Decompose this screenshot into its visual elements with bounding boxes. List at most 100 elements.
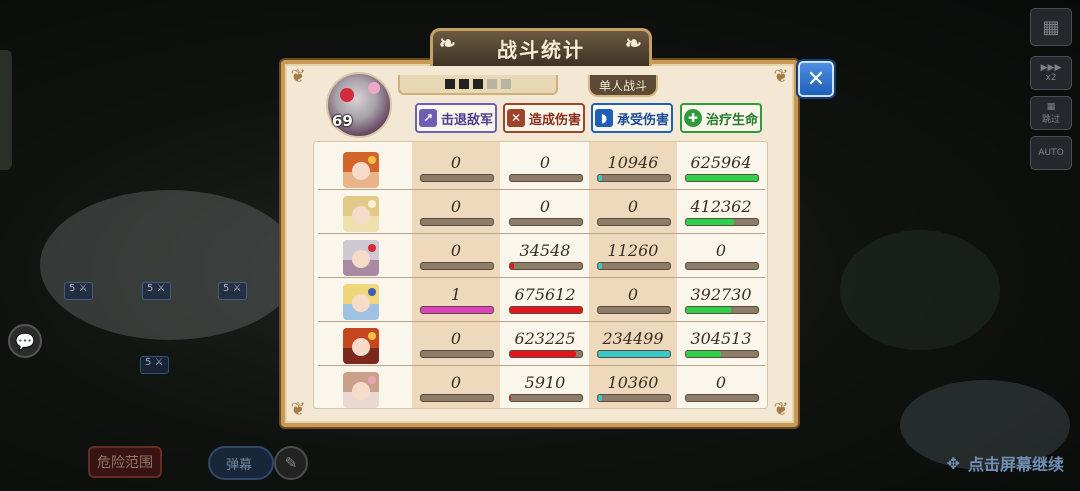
unit-avatar[interactable] [343,328,379,364]
unit-avatar[interactable] [343,196,379,232]
stat-bar [597,350,671,358]
stat-cell-taken: 0 [589,190,677,234]
stat-value: 625964 [690,153,752,172]
avatar-face [352,382,370,400]
stat-value: 623225 [514,329,576,348]
left-side-panel [0,50,12,170]
tab-damage-taken[interactable]: ◗ 承受伤害 [591,103,673,133]
avatar-accessory [368,332,376,340]
chat-button[interactable]: 💬 [8,324,42,358]
stat-cell-heal: 412362 [677,190,765,234]
unit-avatar[interactable] [343,240,379,276]
danger-range-button[interactable]: 危险范围 [88,446,162,478]
stat-cell-heal: 0 [677,366,765,408]
stat-cell-dealt: 34548 [501,234,589,278]
crossed-swords-icon: ✕ [506,109,525,127]
auto-button[interactable]: AUTO [1030,136,1072,170]
stat-bar [597,174,671,182]
stat-cell-taken: 10946 [589,146,677,190]
stat-bar [685,350,759,358]
dialog-title: 战斗统计 [497,38,585,62]
stat-bar [420,262,494,270]
skip-button[interactable]: ▦ 跳过 [1030,96,1072,130]
stat-value: 0 [450,329,462,348]
tab-damage-dealt[interactable]: ✕ 造成伤害 [503,103,585,133]
stat-value: 0 [627,197,639,216]
stat-cell-taken: 234499 [589,322,677,366]
avatar-face [352,294,370,312]
stat-value: 1 [450,285,462,304]
avatar-accessory [368,156,376,164]
avatar-face [352,162,370,180]
unit-avatar[interactable] [343,284,379,320]
pen-button[interactable]: ✎ [274,446,308,480]
corner-ornament-icon: ❦ [773,399,789,420]
skip-label: 跳过 [1041,114,1060,125]
stat-cell-kill: 0 [412,146,500,190]
stat-value: 0 [450,153,462,172]
grid-icon: ▦ [1042,16,1060,38]
flower-ornament-icon [368,82,380,94]
tab-healing[interactable]: ✚ 治疗生命 [680,103,762,133]
background-unit-tag: 5 ⚔ [218,282,247,300]
avatar-face [352,206,370,224]
stat-value: 0 [450,241,462,260]
stat-cell-taken: 10360 [589,366,677,408]
stat-bar-fill [510,351,577,357]
background-unit-tag: 5 ⚔ [140,356,169,374]
table-row: 0 0 10946 625964 [314,146,767,190]
stat-bar [509,350,583,358]
stats-table: 0 0 10946 625964 0 0 0 412362 0 34548 11260 0 1 67561… [313,141,768,409]
tab-enemies-defeated[interactable]: ↗ 击退敌军 [415,103,497,133]
close-button[interactable]: ✕ [798,61,834,97]
stat-bar [685,218,759,226]
stat-value: 0 [627,285,639,304]
auto-label: AUTO [1038,148,1064,158]
stat-bar-fill [686,307,731,313]
stat-bar [685,262,759,270]
tap-to-continue-hint[interactable]: ✥ 点击屏幕继续 [947,451,1064,475]
stat-value: 412362 [690,197,752,216]
stat-bar-fill [510,307,582,313]
table-row: 0 5910 10360 0 [314,366,767,408]
avatar-face [352,250,370,268]
unit-avatar[interactable] [343,372,379,408]
tab-label: 承受伤害 [616,112,669,128]
stat-value: 304513 [690,329,752,348]
shield-icon: ◗ [594,109,613,127]
stat-bar [420,174,494,182]
stat-bar [685,394,759,402]
menu-grid-button[interactable]: ▦ [1030,8,1072,46]
stat-cell-kill: 1 [412,278,500,322]
avatar-accessory [368,376,376,384]
tab-label: 击退敌军 [440,112,493,128]
dialog-title-plate: ❧ 战斗统计 ❧ [430,28,652,66]
unit-avatar[interactable] [343,152,379,188]
stat-cell-dealt: 5910 [501,366,589,408]
stat-cell-dealt: 675612 [501,278,589,322]
table-row: 0 34548 11260 0 [314,234,767,278]
avatar-accessory [368,288,376,296]
stat-bar-fill [510,263,514,269]
stat-cell-dealt: 0 [501,146,589,190]
stat-bar [420,218,494,226]
stat-cell-kill: 0 [412,366,500,408]
background-unit-tag: 5 ⚔ [142,282,171,300]
stat-bar [685,174,759,182]
tap-to-continue-text: 点击屏幕继续 [967,455,1064,474]
stat-value: 0 [539,197,551,216]
title-ornament-icon: ❧ [625,31,644,55]
stat-value: 10946 [607,153,659,172]
stat-bar [509,262,583,270]
tab-label: 治疗生命 [705,112,758,128]
stat-bar [509,306,583,314]
stat-bar [597,262,671,270]
stat-value: 0 [539,153,551,172]
speed-button[interactable]: ▶▶▶ x2 [1030,56,1072,90]
barrage-toggle[interactable]: 弹幕 [208,446,274,480]
avatar-accessory [368,200,376,208]
stat-cell-taken: 11260 [589,234,677,278]
stat-bar-fill [510,395,511,401]
stat-bar [420,350,494,358]
stat-cell-heal: 392730 [677,278,765,322]
